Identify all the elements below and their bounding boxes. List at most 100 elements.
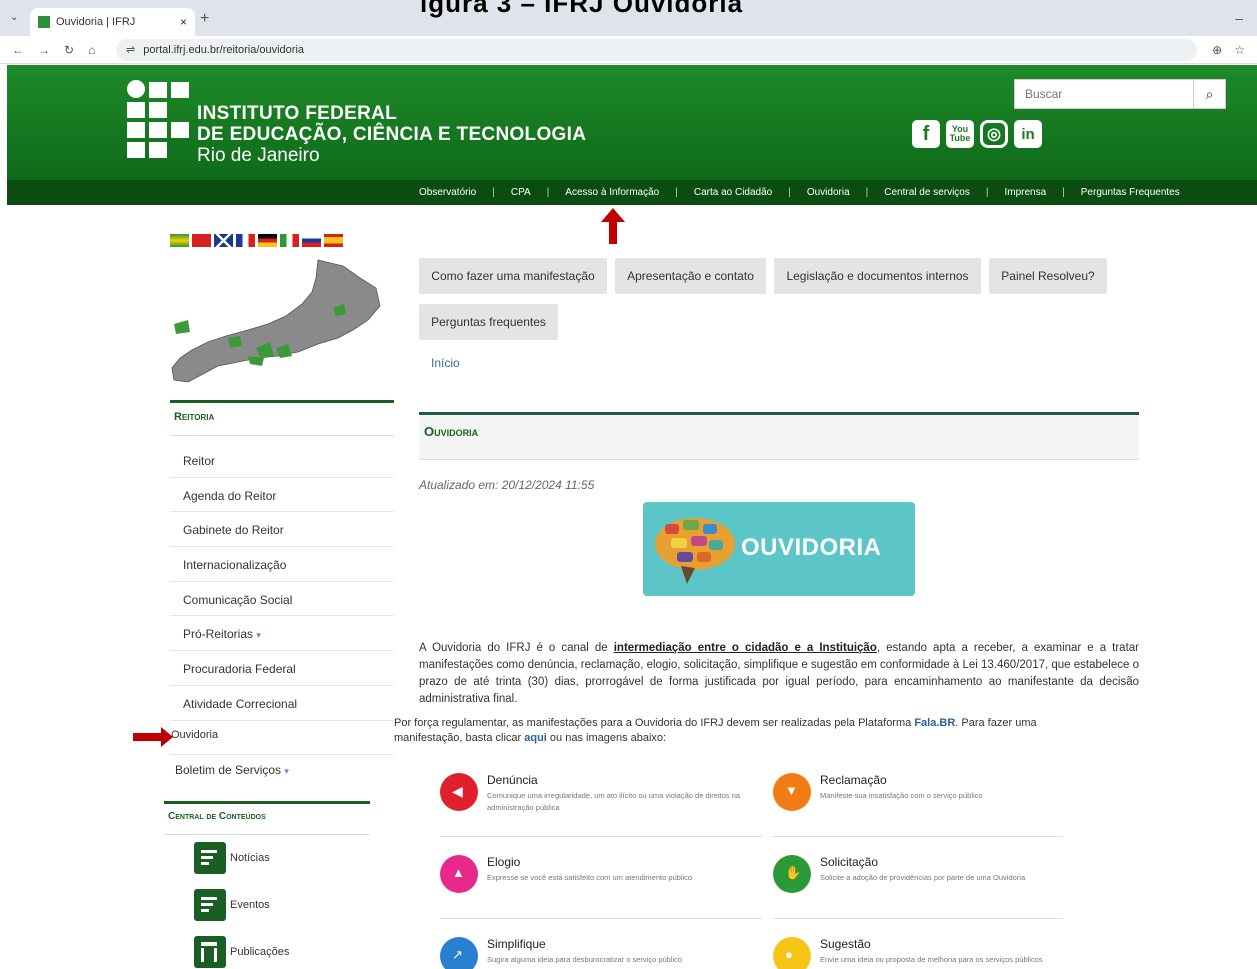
ifrj-logo[interactable] <box>127 80 189 162</box>
central-item-noticias[interactable]: Notícias <box>194 842 270 874</box>
bookmark-star-icon[interactable]: ☆ <box>1234 43 1245 57</box>
site-info-icon[interactable]: ⇌ <box>126 43 135 56</box>
thumbs-up-icon: ▲ <box>440 855 478 893</box>
falabr-link[interactable]: Fala.BR <box>914 717 955 729</box>
sidebar-item-agenda[interactable]: Agenda do Reitor <box>170 478 394 513</box>
sidebar-item-label: Pró-Reitorias <box>183 627 254 642</box>
sidebar-item-boletim[interactable]: Boletim de Serviços ▾ <box>170 754 394 784</box>
minimize-icon[interactable]: – <box>1235 10 1243 26</box>
address-bar: ← → ↻ ⌂ ⇌ portal.ifrj.edu.br/reitoria/ou… <box>0 36 1257 64</box>
institution-line-1: INSTITUTO FEDERAL <box>197 103 398 124</box>
divider <box>773 918 1063 919</box>
url-text: portal.ifrj.edu.br/reitoria/ouvidoria <box>143 43 305 56</box>
sidebar-item-comunicacao[interactable]: Comunicação Social <box>170 582 394 617</box>
caret-down-icon: ▾ <box>284 766 289 776</box>
manifestacao-desc: Comunique uma irregularidade, um ato ilí… <box>487 791 741 812</box>
pill-apresentacao[interactable]: Apresentação e contato <box>615 258 766 294</box>
breadcrumb[interactable]: Início <box>431 356 460 370</box>
sidebar-item-reitor[interactable]: Reitor <box>170 443 394 478</box>
pill-painel-resolveu[interactable]: Painel Resolveu? <box>989 258 1107 294</box>
flag-france-icon[interactable] <box>236 234 255 247</box>
manifestacao-desc: Sugira alguma ideia para desburocratizar… <box>487 955 683 964</box>
nav-acesso-informacao[interactable]: Acesso à Informação <box>565 187 659 198</box>
nav-ouvidoria[interactable]: Ouvidoria <box>807 187 850 198</box>
pill-perguntas-frequentes[interactable]: Perguntas frequentes <box>419 304 558 340</box>
divider <box>773 836 1063 837</box>
central-item-publicacoes[interactable]: Publicações <box>194 936 289 968</box>
rio-de-janeiro-map[interactable] <box>168 258 394 386</box>
events-icon <box>194 889 226 921</box>
language-flags <box>170 234 343 247</box>
close-icon[interactable]: × <box>180 15 187 29</box>
manifestacao-title: Reclamação <box>820 773 887 787</box>
facebook-icon[interactable]: f <box>912 120 940 148</box>
flag-brazil-icon[interactable] <box>170 234 189 247</box>
manifestacao-desc: Manifeste sua insatisfação com o serviço… <box>820 791 983 800</box>
speech-bubbles-icon <box>655 518 735 584</box>
intro-emphasis: intermediação entre o cidadão e a Instit… <box>613 642 877 654</box>
sidebar-item-ouvidoria[interactable]: Ouvidoria <box>171 729 218 741</box>
nav-cpa[interactable]: CPA <box>511 187 531 198</box>
reload-icon[interactable]: ↻ <box>64 43 74 57</box>
back-icon[interactable]: ← <box>12 43 24 57</box>
manifestacao-desc: Expresse se você está satisfeito com um … <box>487 873 693 882</box>
nav-observatorio[interactable]: Observatório <box>419 187 476 198</box>
youtube-icon[interactable]: You Tube <box>946 120 974 148</box>
sidebar-item-correcional[interactable]: Atividade Correcional <box>170 686 394 721</box>
megaphone-icon: ◀ <box>440 773 478 811</box>
sidebar-item-pro-reitorias[interactable]: Pró-Reitorias ▾ <box>170 616 394 652</box>
manifestacao-elogio[interactable]: ▲ Elogio Expresse se você está satisfeit… <box>440 855 762 923</box>
tab-search-icon[interactable]: ⌄ <box>10 12 18 23</box>
sidebar-item-gabinete[interactable]: Gabinete do Reitor <box>170 512 394 548</box>
central-item-label: Publicações <box>230 946 290 958</box>
central-item-eventos[interactable]: Eventos <box>194 889 270 921</box>
social-links: f You Tube ◎ in <box>912 120 1042 148</box>
institution-name[interactable]: INSTITUTO FEDERAL DE EDUCAÇÃO, CIÊNCIA E… <box>197 103 586 166</box>
manifestacao-title: Solicitação <box>820 855 879 869</box>
nav-carta-cidadao[interactable]: Carta ao Cidadão <box>694 187 772 198</box>
banner-text: OUVIDORIA <box>741 534 882 561</box>
flag-italy-icon[interactable] <box>280 234 299 247</box>
manifestacao-denuncia[interactable]: ◀ Denúncia Comunique uma irregularidade,… <box>440 773 762 841</box>
manifestacao-reclamacao[interactable]: ▼ Reclamação Manifeste sua insatisfação … <box>773 773 1095 841</box>
pill-como-fazer[interactable]: Como fazer uma manifestação <box>419 258 607 294</box>
nav-perguntas-frequentes[interactable]: Perguntas Frequentes <box>1081 187 1180 198</box>
manifestacao-sugestao[interactable]: ● Sugestão Envie uma ideia ou proposta d… <box>773 937 1095 969</box>
tab-title: Ouvidoria | IFRJ <box>56 16 136 28</box>
pill-legislacao[interactable]: Legislação e documentos internos <box>774 258 981 294</box>
search-input[interactable] <box>1015 80 1193 108</box>
institution-line-2: DE EDUCAÇÃO, CIÊNCIA E TECNOLOGIA <box>197 124 587 145</box>
instagram-icon[interactable]: ◎ <box>980 120 1008 148</box>
page-title: Ouvidoria <box>419 412 1139 460</box>
flag-russia-icon[interactable] <box>302 234 321 247</box>
nav-imprensa[interactable]: Imprensa <box>1004 187 1046 198</box>
flag-germany-icon[interactable] <box>258 234 277 247</box>
divider <box>440 836 762 837</box>
home-icon[interactable]: ⌂ <box>88 43 95 57</box>
flag-uk-icon[interactable] <box>214 234 233 247</box>
sidebar-item-internacionalizacao[interactable]: Internacionalização <box>170 547 394 582</box>
search-icon[interactable]: ⌕ <box>1193 80 1225 108</box>
manifestacao-title: Denúncia <box>487 773 538 787</box>
central-item-label: Eventos <box>230 899 270 911</box>
new-tab-icon[interactable]: + <box>200 10 209 28</box>
flag-china-icon[interactable] <box>192 234 211 247</box>
browser-tab[interactable]: Ouvidoria | IFRJ × <box>30 8 195 36</box>
instructions-text-e: ou nas imagens abaixo: <box>546 732 667 744</box>
nav-central-servicos[interactable]: Central de serviços <box>884 187 970 198</box>
manifestacao-title: Simplifique <box>487 937 546 951</box>
manifestacao-solicitacao[interactable]: ✋ Solicitação Solicite a adoção de provi… <box>773 855 1095 923</box>
simplify-icon: ↗ <box>440 937 478 969</box>
sidebar-title: Reitoria <box>170 400 394 436</box>
zoom-icon[interactable]: ⊕ <box>1212 43 1222 57</box>
aqui-link[interactable]: aqui <box>524 732 547 744</box>
search-box: ⌕ <box>1014 79 1226 109</box>
sidebar-item-procuradoria[interactable]: Procuradoria Federal <box>170 651 394 686</box>
manifestacao-simplifique[interactable]: ↗ Simplifique Sugira alguma ideia para d… <box>440 937 762 969</box>
url-field[interactable]: ⇌ portal.ifrj.edu.br/reitoria/ouvidoria <box>116 38 1197 61</box>
ouvidoria-banner[interactable]: OUVIDORIA <box>643 502 915 596</box>
flag-spain-icon[interactable] <box>324 234 343 247</box>
linkedin-icon[interactable]: in <box>1014 120 1042 148</box>
instructions-paragraph: Por força regulamentar, as manifestações… <box>394 716 1074 746</box>
forward-icon[interactable]: → <box>38 43 50 57</box>
